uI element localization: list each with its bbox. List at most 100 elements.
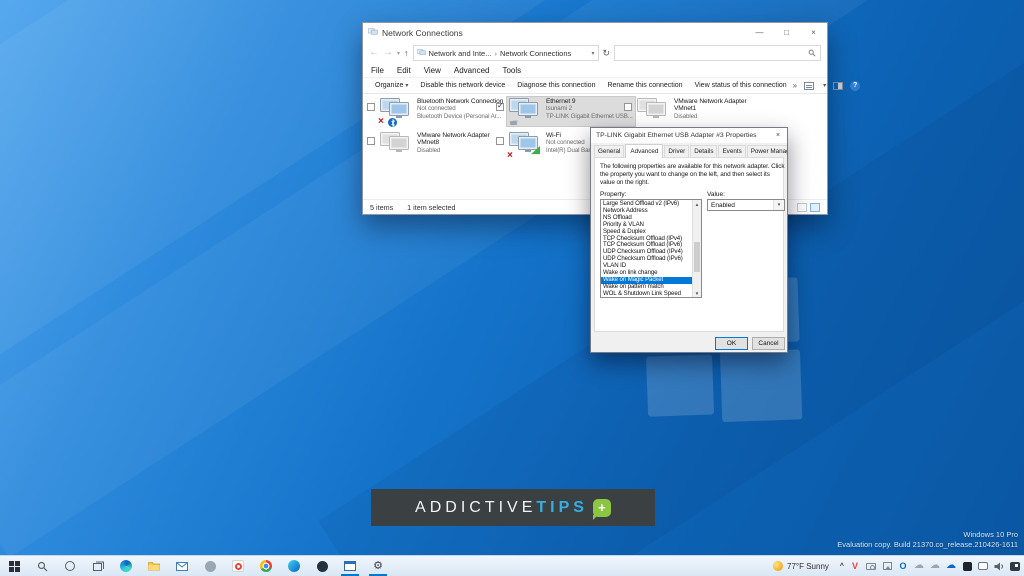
edge-icon (120, 560, 132, 572)
view-caret-icon[interactable]: ▾ (823, 82, 826, 89)
scroll-up-icon[interactable]: ▲ (693, 200, 701, 208)
taskbar-settings[interactable]: ⚙ (364, 556, 392, 576)
windows-start-icon (9, 561, 20, 572)
onedrive-icon[interactable]: ☁ (946, 561, 956, 571)
menu-advanced[interactable]: Advanced (454, 66, 490, 75)
adapter-tile-vmnet8[interactable]: VMware Network Adapter VMnet8 Disabled (367, 131, 497, 160)
camera-icon[interactable] (866, 563, 876, 570)
help-icon[interactable]: ? (850, 81, 860, 91)
refresh-icon[interactable]: ↻ (603, 48, 611, 59)
diagnose-connection-button[interactable]: Diagnose this connection (511, 82, 601, 89)
minimize-icon[interactable]: — (746, 23, 773, 42)
address-bar[interactable]: Network and Inte... › Network Connection… (413, 45, 599, 61)
search-icon (37, 561, 48, 572)
adapter-name[interactable]: VMware Network Adapter VMnet1 (674, 98, 750, 113)
toolbar-overflow-icon[interactable]: » (793, 81, 797, 90)
taskbar-opera[interactable] (224, 556, 252, 576)
desktop: Windows 10 Pro Evaluation copy. Build 21… (0, 0, 1024, 576)
adapter-tile-bluetooth[interactable]: × Bluetooth Network Connection Not conne… (367, 97, 497, 126)
adapter-name[interactable]: VMware Network Adapter VMnet8 (417, 132, 493, 147)
photos-icon[interactable] (883, 562, 892, 570)
close-icon[interactable]: × (800, 23, 827, 42)
adapter-checkbox[interactable] (624, 103, 632, 111)
preview-pane-icon[interactable] (833, 82, 843, 90)
adapter-checkbox[interactable] (367, 103, 375, 111)
property-item[interactable]: WOL & Shutdown Link Speed (601, 291, 692, 297)
skype-icon (205, 561, 216, 572)
chat-icon[interactable] (978, 562, 988, 570)
property-label: Property: (600, 191, 626, 198)
search-icon (808, 49, 816, 57)
listbox-scrollbar[interactable]: ▲ ▼ (692, 200, 701, 297)
dialog-close-icon[interactable]: × (769, 128, 787, 143)
hidden-icons-chevron-icon[interactable]: ^ (840, 563, 844, 570)
address-dropdown-icon[interactable]: ▾ (592, 50, 595, 57)
rename-connection-button[interactable]: Rename this connection (601, 82, 688, 89)
navigation-bar: ← → ▾ ↑ Network and Inte... › Network Co… (363, 42, 827, 64)
taskbar-skype[interactable] (196, 556, 224, 576)
outlook-icon[interactable]: O (898, 561, 908, 571)
up-icon[interactable]: ↑ (404, 49, 409, 58)
tab-advanced[interactable]: Advanced (625, 144, 663, 158)
dropdown-caret-icon[interactable]: ▾ (773, 200, 784, 210)
taskbar-search-button[interactable] (28, 556, 56, 576)
adapter-checkbox[interactable] (367, 137, 375, 145)
disable-device-button[interactable]: Disable this network device (414, 82, 511, 89)
touch-keyboard-icon[interactable] (1010, 562, 1020, 571)
menu-file[interactable]: File (371, 66, 384, 75)
adapter-name[interactable]: Ethernet 9 (546, 98, 633, 105)
cloud-icon[interactable]: ☁ (930, 561, 940, 571)
breadcrumb-separator: › (494, 49, 497, 58)
menu-view[interactable]: View (424, 66, 441, 75)
taskbar-mail[interactable] (168, 556, 196, 576)
adapter-checkbox[interactable]: ✓ (496, 103, 504, 111)
adapter-tile-vmnet1[interactable]: VMware Network Adapter VMnet1 Disabled (624, 97, 754, 126)
scrollbar-thumb[interactable] (694, 242, 700, 272)
ok-button[interactable]: OK (715, 337, 748, 350)
start-button[interactable] (0, 556, 28, 576)
adapter-status: tsunami 2 (546, 105, 633, 112)
icons-view-icon[interactable] (810, 203, 820, 212)
taskbar-edge-beta[interactable] (280, 556, 308, 576)
breadcrumb-root[interactable]: Network and Inte... (429, 49, 492, 58)
windows-logo-pane (646, 354, 714, 416)
view-details-icon[interactable] (804, 82, 814, 90)
weather-widget[interactable]: 77°F Sunny (768, 561, 834, 571)
search-input[interactable] (614, 45, 821, 61)
breadcrumb-current[interactable]: Network Connections (500, 49, 571, 58)
scroll-down-icon[interactable]: ▼ (693, 289, 701, 297)
taskbar-edge[interactable] (112, 556, 140, 576)
vivaldi-icon[interactable]: V (850, 561, 860, 571)
sun-icon (773, 561, 783, 571)
details-view-icon[interactable] (797, 203, 807, 212)
speaker-button[interactable] (994, 561, 1004, 571)
adapter-name[interactable]: Bluetooth Network Connection (417, 98, 503, 105)
adapter-tile-ethernet9[interactable]: ✓ Ethernet 9 tsunami 2 TP-LINK Gigabit (496, 97, 626, 126)
adapter-checkbox[interactable] (496, 137, 504, 145)
menu-tools[interactable]: Tools (502, 66, 521, 75)
value-dropdown[interactable]: Enabled ▾ (707, 199, 785, 211)
dialog-titlebar[interactable]: TP-LINK Gigabit Ethernet USB Adapter #3 … (591, 128, 787, 143)
property-listbox[interactable]: Large Send Offload v2 (IPv6) Network Add… (600, 199, 702, 298)
back-icon[interactable]: ← (369, 48, 379, 58)
banner-brand-accent: TIPS (536, 499, 588, 517)
taskbar-file-explorer[interactable] (140, 556, 168, 576)
cloud-icon[interactable]: ☁ (914, 561, 924, 571)
maximize-icon[interactable]: □ (773, 23, 800, 42)
cortana-button[interactable] (56, 556, 84, 576)
forward-icon[interactable]: → (383, 48, 393, 58)
adapter-properties-dialog: TP-LINK Gigabit Ethernet USB Adapter #3 … (590, 127, 788, 353)
media-player-icon[interactable] (963, 562, 972, 571)
cancel-button[interactable]: Cancel (752, 337, 785, 350)
menu-edit[interactable]: Edit (397, 66, 411, 75)
recent-pages-icon[interactable]: ▾ (397, 50, 400, 57)
organize-button[interactable]: Organize▾ (369, 82, 414, 89)
view-status-button[interactable]: View status of this connection (689, 82, 793, 89)
taskbar-privacy-app[interactable] (308, 556, 336, 576)
taskbar-chrome[interactable] (252, 556, 280, 576)
task-view-button[interactable] (84, 556, 112, 576)
taskbar-network-connections-window[interactable] (336, 556, 364, 576)
task-view-icon (93, 561, 104, 571)
window-titlebar[interactable]: Network Connections — □ × (363, 23, 827, 42)
checkmark-icon: ✓ (497, 101, 504, 110)
